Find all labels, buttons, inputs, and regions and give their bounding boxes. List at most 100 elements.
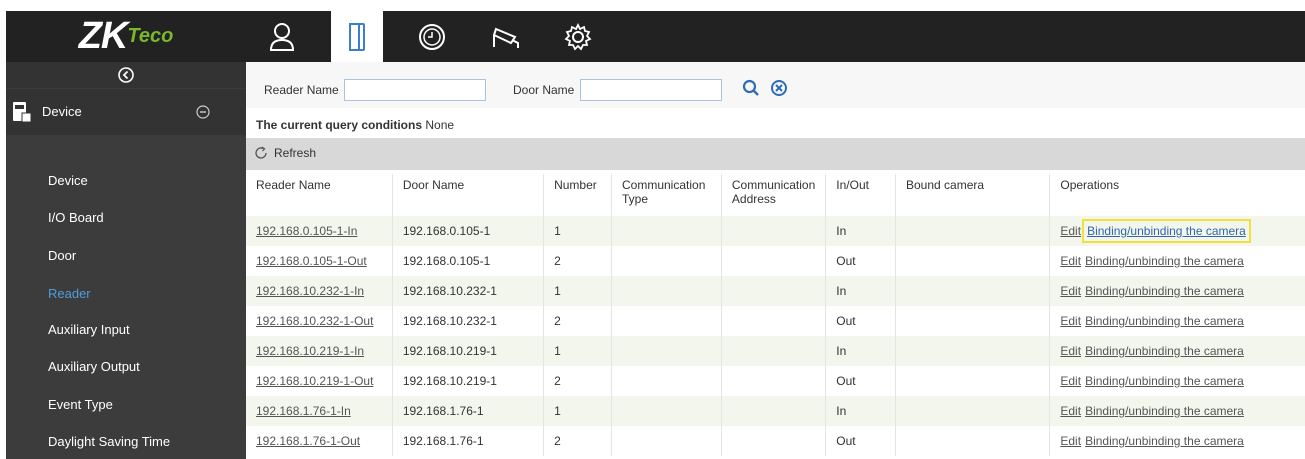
binding-camera-link[interactable]: Binding/unbinding the camera xyxy=(1085,404,1244,418)
sidebar-item-device[interactable]: Device xyxy=(48,173,88,188)
sidebar-collapse-button[interactable] xyxy=(6,62,246,88)
binding-camera-link[interactable]: Binding/unbinding the camera xyxy=(1085,314,1244,328)
binding-camera-link[interactable]: Binding/unbinding the camera xyxy=(1082,219,1251,243)
reader-name-link[interactable]: 192.168.1.76-1-Out xyxy=(256,434,360,448)
sidebar-item-daylight-saving-time[interactable]: Daylight Saving Time xyxy=(48,434,170,449)
video-nav-button[interactable] xyxy=(480,11,532,62)
door-name-input[interactable] xyxy=(580,79,722,101)
cell-bound-camera xyxy=(895,336,1051,366)
collapse-group-icon[interactable] xyxy=(196,105,210,119)
device-icon xyxy=(13,102,32,123)
col-header-in-out[interactable]: In/Out xyxy=(825,174,896,216)
sidebar-item-auxiliary-output[interactable]: Auxiliary Output xyxy=(48,359,140,374)
cell-bound-camera xyxy=(895,306,1051,336)
cell-door-name: 192.168.1.76-1 xyxy=(392,396,545,426)
edit-link[interactable]: Edit xyxy=(1060,374,1081,388)
clear-icon[interactable] xyxy=(770,79,788,97)
cell-operations: Edit Binding/unbinding the camera xyxy=(1049,216,1305,246)
binding-camera-link[interactable]: Binding/unbinding the camera xyxy=(1085,254,1244,268)
cell-number: 2 xyxy=(543,306,612,336)
edit-link[interactable]: Edit xyxy=(1060,224,1081,238)
edit-link[interactable]: Edit xyxy=(1060,344,1081,358)
top-navigation-bar: ZK Teco xyxy=(6,11,1305,62)
refresh-label: Refresh xyxy=(274,146,317,160)
reader-name-input[interactable] xyxy=(344,79,486,101)
reader-name-link[interactable]: 192.168.0.105-1-Out xyxy=(256,254,367,268)
toolbar: Refresh xyxy=(246,138,1305,170)
search-icon[interactable] xyxy=(742,79,760,97)
cell-communication-type xyxy=(611,246,722,276)
sidebar: Device Device I/O Board Door Reader Auxi… xyxy=(6,62,246,459)
table-row: 192.168.10.232-1-In 192.168.10.232-1 1 In Ed… xyxy=(246,276,1305,306)
cell-in-out: Out xyxy=(825,246,896,276)
binding-camera-link[interactable]: Binding/unbinding the camera xyxy=(1085,284,1244,298)
sidebar-item-reader[interactable]: Reader xyxy=(48,286,91,301)
cell-number: 1 xyxy=(543,396,612,426)
sidebar-group-device[interactable]: Device xyxy=(6,89,246,135)
cell-in-out: In xyxy=(825,276,896,306)
cell-reader-name: 192.168.1.76-1-Out xyxy=(246,426,393,456)
cell-bound-camera xyxy=(895,216,1051,246)
chevron-left-circle-icon xyxy=(118,67,134,83)
binding-camera-link[interactable]: Binding/unbinding the camera xyxy=(1085,344,1244,358)
personnel-nav-button[interactable] xyxy=(256,11,308,62)
cell-communication-type xyxy=(611,336,722,366)
reader-name-link[interactable]: 192.168.10.219-1-Out xyxy=(256,374,373,388)
col-header-bound-camera[interactable]: Bound camera xyxy=(895,174,1051,216)
cell-operations: Edit Binding/unbinding the camera xyxy=(1049,396,1305,426)
cell-number: 2 xyxy=(543,366,612,396)
col-header-operations: Operations xyxy=(1060,178,1120,192)
binding-camera-link[interactable]: Binding/unbinding the camera xyxy=(1085,374,1244,388)
cell-number: 1 xyxy=(543,216,612,246)
col-header-communication-type[interactable]: Communication Type xyxy=(611,174,722,216)
col-header-door-name[interactable]: Door Name xyxy=(392,174,545,216)
cell-door-name: 192.168.10.232-1 xyxy=(392,306,545,336)
sidebar-item-auxiliary-input[interactable]: Auxiliary Input xyxy=(48,322,130,337)
cell-reader-name: 192.168.10.219-1-Out xyxy=(246,366,393,396)
edit-link[interactable]: Edit xyxy=(1060,284,1081,298)
system-nav-button[interactable] xyxy=(552,11,604,62)
edit-link[interactable]: Edit xyxy=(1060,314,1081,328)
reader-name-link[interactable]: 192.168.1.76-1-In xyxy=(256,404,351,418)
cell-communication-address xyxy=(721,306,827,336)
sidebar-item-event-type[interactable]: Event Type xyxy=(48,397,113,412)
main-content: Reader Name Door Name The current query … xyxy=(246,62,1305,459)
cell-communication-type xyxy=(611,426,722,456)
sidebar-group-label: Device xyxy=(42,104,82,119)
reader-name-label: Reader Name xyxy=(264,83,339,97)
reader-name-link[interactable]: 192.168.10.232-1-In xyxy=(256,284,364,298)
refresh-button[interactable]: Refresh xyxy=(254,146,316,160)
cell-reader-name: 192.168.10.232-1-In xyxy=(246,276,393,306)
cell-bound-camera xyxy=(895,246,1051,276)
sidebar-item-io-board[interactable]: I/O Board xyxy=(48,210,104,225)
cell-communication-address xyxy=(721,276,827,306)
logo-main-text: ZK xyxy=(78,15,129,57)
zkteco-logo: ZK Teco xyxy=(6,11,246,62)
col-header-communication-address[interactable]: Communication Address xyxy=(721,174,827,216)
table-row: 192.168.10.232-1-Out 192.168.10.232-1 2 Out… xyxy=(246,306,1305,336)
cell-bound-camera xyxy=(895,396,1051,426)
cell-in-out: In xyxy=(825,216,896,246)
col-header-reader-name[interactable]: Reader Name xyxy=(246,174,393,216)
reader-name-link[interactable]: 192.168.10.232-1-Out xyxy=(256,314,373,328)
cell-operations: Edit Binding/unbinding the camera xyxy=(1050,306,1305,336)
cell-communication-type xyxy=(611,396,722,426)
col-header-number[interactable]: Number xyxy=(543,174,612,216)
table-row: 192.168.10.219-1-Out 192.168.10.219-1 2 Out… xyxy=(246,366,1305,396)
binding-camera-link[interactable]: Binding/unbinding the camera xyxy=(1085,434,1244,448)
sidebar-item-door[interactable]: Door xyxy=(48,248,76,263)
logo-sub-text: Teco xyxy=(127,25,174,47)
cell-door-name: 192.168.0.105-1 xyxy=(392,246,545,276)
cell-communication-type xyxy=(611,276,722,306)
reader-name-link[interactable]: 192.168.0.105-1-In xyxy=(256,224,357,238)
edit-link[interactable]: Edit xyxy=(1060,254,1081,268)
camera-icon xyxy=(492,27,519,48)
reader-name-link[interactable]: 192.168.10.219-1-In xyxy=(256,344,364,358)
cell-reader-name: 192.168.10.219-1-In xyxy=(246,336,393,366)
cell-bound-camera xyxy=(895,276,1051,306)
edit-link[interactable]: Edit xyxy=(1060,404,1081,418)
attendance-nav-button[interactable] xyxy=(406,11,458,62)
edit-link[interactable]: Edit xyxy=(1060,434,1081,448)
table-row: 192.168.1.76-1-Out 192.168.1.76-1 2 Out Edit… xyxy=(246,426,1305,456)
access-nav-button[interactable] xyxy=(331,11,383,62)
